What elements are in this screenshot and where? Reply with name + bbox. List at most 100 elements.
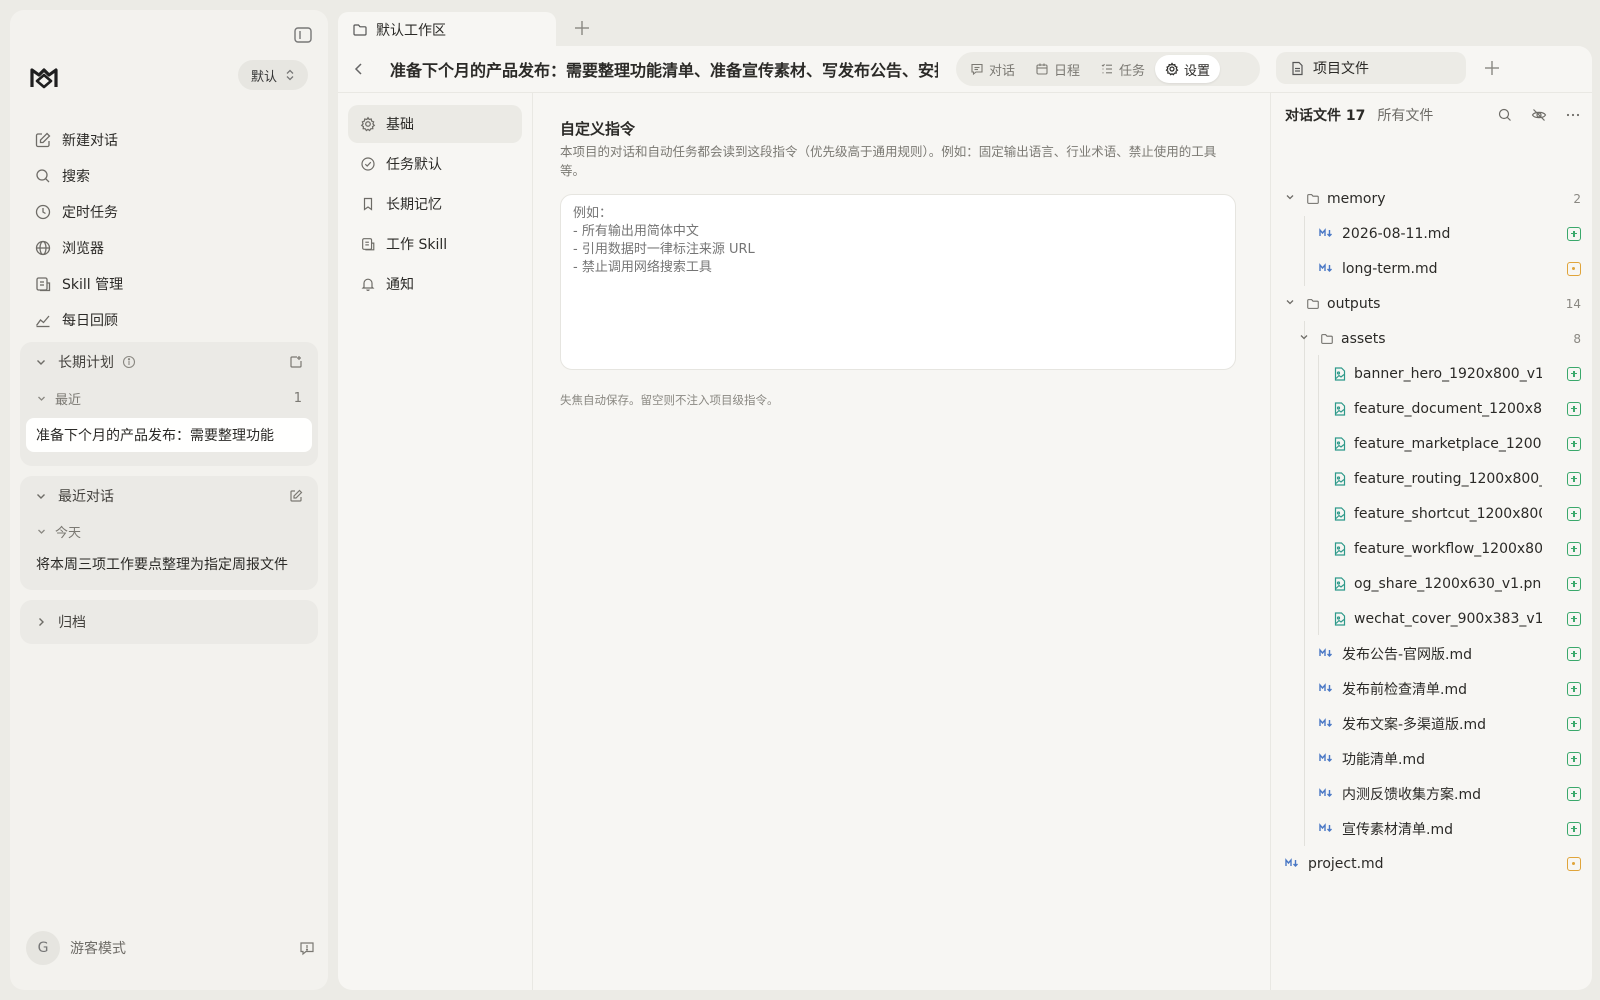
sidebar: 默认 新建对话 搜索 定时任务 浏览器 Skill 管理 每日回顾 长期计划 最…: [10, 10, 328, 990]
more-icon[interactable]: [1565, 107, 1581, 123]
skill-icon: [360, 236, 376, 252]
long-term-plan-group: 长期计划 最近 1 准备下个月的产品发布：需要整理功能: [20, 342, 318, 466]
file-name: 2026-08-11.md: [1342, 225, 1451, 242]
nav-browser[interactable]: 浏览器: [32, 230, 312, 266]
folder-row[interactable]: outputs 14: [1285, 286, 1581, 321]
avatar[interactable]: G: [26, 931, 60, 965]
tab-chat[interactable]: 对话: [960, 55, 1025, 83]
file-row[interactable]: feature_routing_1200x800_v1.png: [1333, 461, 1581, 496]
nav-new-chat[interactable]: 新建对话: [32, 122, 312, 158]
file-row[interactable]: 2026-08-11.md: [1319, 216, 1581, 251]
profile-select-label: 默认: [250, 69, 277, 85]
tab-settings[interactable]: 设置: [1155, 55, 1221, 83]
recent-subheader-label: 最近: [55, 392, 82, 408]
info-icon[interactable]: [122, 355, 136, 369]
chevron-down-icon: [1299, 332, 1313, 346]
file-row[interactable]: long-term.md: [1319, 251, 1581, 286]
tab-tasks[interactable]: 任务: [1090, 55, 1155, 83]
archive-header[interactable]: 归档: [20, 600, 318, 644]
nav-scheduled-tasks[interactable]: 定时任务: [32, 194, 312, 230]
settings-content: 自定义指令 本项目的对话和自动任务都会读到这段指令（优先级高于通用规则）。例如：…: [560, 118, 1236, 408]
back-icon[interactable]: [350, 60, 368, 78]
file-row[interactable]: wechat_cover_900x383_v1.png: [1333, 601, 1581, 636]
added-badge-icon: [1567, 681, 1581, 696]
file-row[interactable]: og_share_1200x630_v1.png: [1333, 566, 1581, 601]
chevron-right-icon: [34, 615, 48, 629]
sidebar-nav: 新建对话 搜索 定时任务 浏览器 Skill 管理 每日回顾: [32, 122, 312, 338]
nav-skill-manage[interactable]: Skill 管理: [32, 266, 312, 302]
gear-icon: [360, 116, 376, 132]
recent-conversations-group: 最近对话 今天 将本周三项工作要点整理为指定周报文件: [20, 476, 318, 590]
file-row[interactable]: 发布前检查清单.md: [1319, 671, 1581, 706]
today-subheader[interactable]: 今天: [20, 516, 318, 546]
settings-nav-task-defaults[interactable]: 任务默认: [348, 145, 522, 183]
added-badge-icon: [1567, 471, 1581, 486]
eye-off-icon[interactable]: [1531, 107, 1547, 123]
user-row[interactable]: G 游客模式: [26, 928, 316, 968]
file-row[interactable]: 发布公告-官网版.md: [1319, 636, 1581, 671]
file-row[interactable]: 宣传素材清单.md: [1319, 811, 1581, 846]
file-row[interactable]: feature_workflow_1200x800_v1.png: [1333, 531, 1581, 566]
long-term-plan-header[interactable]: 长期计划: [20, 342, 318, 382]
workspace-tab[interactable]: 默认工作区: [338, 12, 556, 48]
file-row[interactable]: 内测反馈收集方案.md: [1319, 776, 1581, 811]
settings-nav-notify[interactable]: 通知: [348, 265, 522, 303]
tree-guide: [1304, 216, 1305, 286]
nav-scheduled-tasks-label: 定时任务: [62, 205, 118, 221]
active-plan-item[interactable]: 准备下个月的产品发布：需要整理功能: [26, 418, 312, 452]
project-files-tab-label: 项目文件: [1313, 61, 1369, 77]
file-name: project.md: [1308, 855, 1384, 872]
tab-all-files[interactable]: 所有文件: [1377, 105, 1433, 125]
tree-guide: [1318, 355, 1319, 635]
file-row[interactable]: feature_shortcut_1200x800_v1.png: [1333, 496, 1581, 531]
add-tab-icon[interactable]: [572, 18, 592, 38]
add-panel-icon[interactable]: [1482, 58, 1502, 78]
profile-select[interactable]: 默认: [238, 60, 308, 90]
tree-guide: [1304, 321, 1305, 846]
settings-nav-basic[interactable]: 基础: [348, 105, 522, 143]
chevron-down-icon: [34, 489, 48, 503]
new-plan-icon[interactable]: [288, 354, 304, 370]
recent-subheader[interactable]: 最近 1: [20, 382, 318, 414]
feedback-icon[interactable]: [298, 939, 316, 957]
edit-icon[interactable]: [288, 488, 304, 504]
sidebar-toggle-icon[interactable]: [292, 24, 314, 46]
chart-icon: [34, 311, 52, 329]
file-row[interactable]: feature_document_1200x800_v1.png: [1333, 391, 1581, 426]
tab-schedule[interactable]: 日程: [1025, 55, 1090, 83]
nav-daily-review[interactable]: 每日回顾: [32, 302, 312, 338]
custom-instructions-title: 自定义指令: [560, 120, 636, 138]
folder-row[interactable]: memory 2: [1285, 181, 1581, 216]
settings-nav-skill[interactable]: 工作 Skill: [348, 225, 522, 263]
project-files-tab[interactable]: 项目文件: [1276, 52, 1466, 84]
tab-schedule-label: 日程: [1054, 63, 1081, 79]
image-file-icon: [1333, 611, 1347, 626]
file-row[interactable]: banner_hero_1920x800_v1.png: [1333, 356, 1581, 391]
image-file-icon: [1333, 506, 1347, 521]
conversation-item[interactable]: 将本周三项工作要点整理为指定周报文件: [20, 546, 318, 582]
search-icon[interactable]: [1497, 107, 1513, 123]
file-name: og_share_1200x630_v1.png: [1354, 575, 1542, 592]
tab-conversation-files[interactable]: 对话文件 17: [1285, 105, 1365, 125]
recent-conversations-header[interactable]: 最近对话: [20, 476, 318, 516]
file-name: long-term.md: [1342, 260, 1438, 277]
archive-group: 归档: [20, 600, 318, 644]
added-badge-icon: [1567, 716, 1581, 731]
file-name: outputs: [1327, 295, 1381, 312]
file-row[interactable]: feature_marketplace_1200x800_v1.png: [1333, 426, 1581, 461]
markdown-file-icon: [1319, 752, 1335, 765]
nav-search[interactable]: 搜索: [32, 158, 312, 194]
image-file-icon: [1333, 471, 1347, 486]
folder-icon: [1306, 297, 1320, 311]
file-row[interactable]: 功能清单.md: [1319, 741, 1581, 776]
file-row[interactable]: 发布文案-多渠道版.md: [1319, 706, 1581, 741]
clock-icon: [34, 203, 52, 221]
file-row[interactable]: project.md: [1285, 846, 1581, 881]
markdown-file-icon: [1319, 262, 1335, 275]
workspace-tab-label: 默认工作区: [376, 23, 446, 39]
file-name: wechat_cover_900x383_v1.png: [1354, 610, 1542, 627]
custom-instructions-input[interactable]: [560, 194, 1236, 370]
settings-nav-memory[interactable]: 长期记忆: [348, 185, 522, 223]
added-badge-icon: [1567, 541, 1581, 556]
folder-row[interactable]: assets 8: [1299, 321, 1581, 356]
